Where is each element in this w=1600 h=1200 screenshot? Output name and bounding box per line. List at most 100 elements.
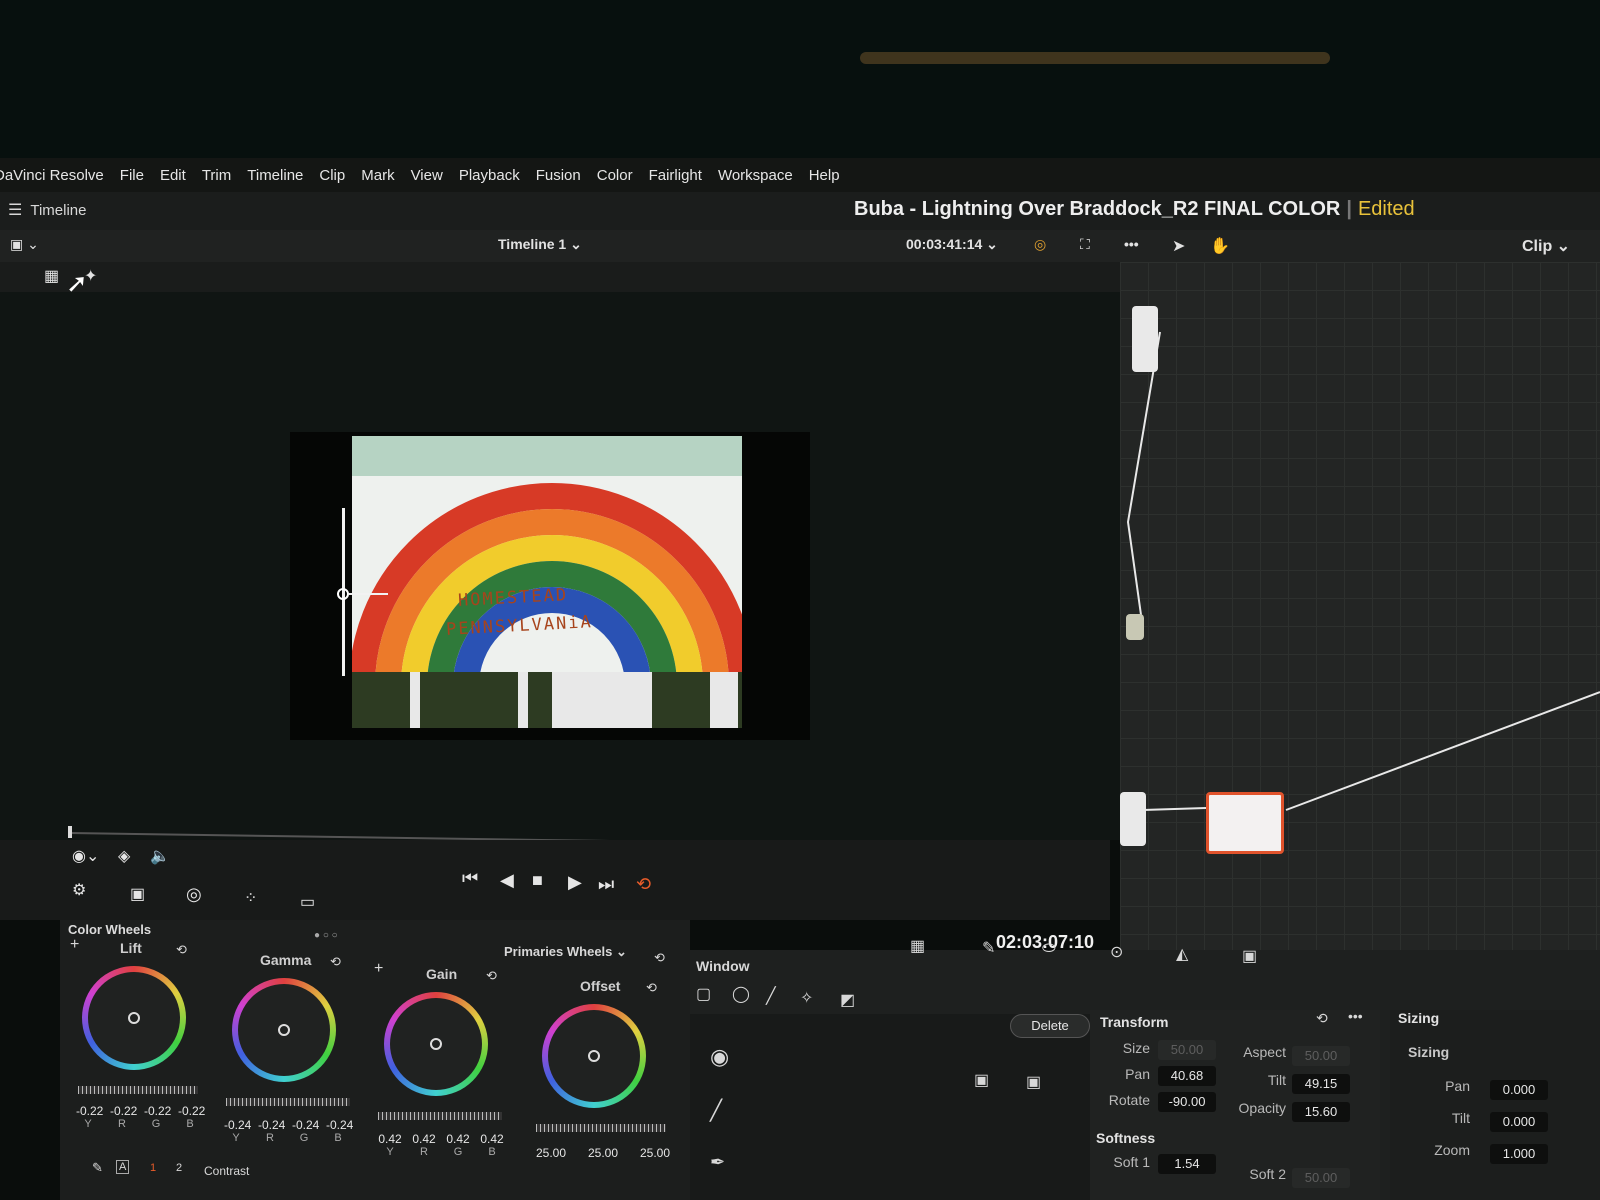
wheel-mode-selector[interactable]: Primaries Wheels ⌄: [504, 944, 627, 960]
grid-toggle-icon[interactable]: ▦: [910, 936, 925, 956]
invert-toggle-icon[interactable]: ▣: [974, 1070, 989, 1090]
video-frame[interactable]: HOMESTEAD PENNSYLVANiA: [290, 432, 810, 740]
gradient-window-icon[interactable]: ◩: [840, 990, 855, 1010]
skip-to-end-icon[interactable]: ⏭: [598, 874, 614, 895]
lift-reset-icon[interactable]: ⟲: [176, 942, 187, 958]
sizing-tilt-field[interactable]: 0.000: [1490, 1112, 1548, 1132]
mask-toggle-icon[interactable]: ▣: [1026, 1072, 1041, 1092]
lift-wheel-center[interactable]: [128, 1012, 140, 1024]
lift-g[interactable]: -0.22 G: [144, 1104, 171, 1130]
highlight-icon[interactable]: ◎: [1034, 236, 1046, 253]
circle-window-icon[interactable]: ◯: [732, 984, 750, 1004]
lift-b[interactable]: -0.22 B: [178, 1104, 205, 1130]
menu-fairlight[interactable]: Fairlight: [649, 167, 702, 184]
delete-button[interactable]: Delete: [1010, 1014, 1090, 1038]
timecode-selector[interactable]: 00:03:41:14 ⌄: [906, 236, 998, 253]
rectangle-window-icon[interactable]: ▢: [696, 984, 711, 1004]
gain-wheel-center[interactable]: [430, 1038, 442, 1050]
gain-r[interactable]: 0.42 R: [412, 1132, 436, 1158]
fullscreen-icon[interactable]: ⛶: [1080, 236, 1090, 253]
menu-app[interactable]: DaVinci Resolve: [0, 167, 104, 184]
color-wheels-tab-icon[interactable]: ◎: [186, 884, 202, 905]
soft2-field[interactable]: 50.00: [1292, 1168, 1350, 1188]
lift-y[interactable]: -0.22 Y: [76, 1104, 103, 1130]
more-options-icon[interactable]: •••: [1124, 236, 1139, 252]
tilt-field[interactable]: 49.15: [1292, 1074, 1350, 1094]
node-mode-selector[interactable]: Clip ⌄: [1522, 236, 1570, 256]
hand-tool-icon[interactable]: ✋: [1210, 236, 1230, 256]
gamma-master-slider[interactable]: [226, 1098, 350, 1106]
gain-b[interactable]: 0.42 B: [480, 1132, 504, 1158]
zoom-dropdown[interactable]: ▣ ⌄: [10, 236, 39, 253]
menu-timeline[interactable]: Timeline: [247, 167, 303, 184]
auto-balance-icon[interactable]: A: [116, 1160, 130, 1174]
audio-icon[interactable]: 🔈: [150, 846, 170, 866]
gamma-wheel[interactable]: [232, 978, 336, 1082]
grid-icon[interactable]: ▦: [44, 266, 59, 286]
page-2-button[interactable]: 2: [176, 1162, 182, 1174]
source-node[interactable]: [1120, 792, 1146, 846]
blur-icon[interactable]: ◭: [1176, 944, 1188, 964]
skip-to-start-icon[interactable]: ⏮: [462, 868, 478, 889]
soft1-field[interactable]: 1.54: [1158, 1154, 1216, 1174]
circle-shape-icon[interactable]: ◉: [710, 1044, 729, 1070]
polygon-window-icon[interactable]: ✧: [800, 988, 813, 1008]
camera-raw-icon[interactable]: ⚙: [72, 880, 86, 900]
opacity-field[interactable]: 15.60: [1292, 1102, 1350, 1122]
offset-b[interactable]: 25.00: [638, 1146, 672, 1160]
menu-view[interactable]: View: [411, 167, 443, 184]
gamma-b[interactable]: -0.24 B: [326, 1118, 353, 1144]
offset-g[interactable]: 25.00: [586, 1146, 620, 1160]
menu-fusion[interactable]: Fusion: [536, 167, 581, 184]
step-back-icon[interactable]: ◀: [500, 870, 514, 891]
menu-playback[interactable]: Playback: [459, 167, 520, 184]
key-icon[interactable]: ▣: [1242, 946, 1257, 966]
gamma-wheel-center[interactable]: [278, 1024, 290, 1036]
menu-edit[interactable]: Edit: [160, 167, 186, 184]
menu-clip[interactable]: Clip: [319, 167, 345, 184]
sizing-pan-field[interactable]: 0.000: [1490, 1080, 1548, 1100]
window-handle-arm[interactable]: [348, 593, 388, 595]
pan-field[interactable]: 40.68: [1158, 1066, 1216, 1086]
offset-wheel[interactable]: [542, 1004, 646, 1108]
match-icon[interactable]: ▣: [130, 884, 145, 904]
size-field[interactable]: 50.00: [1158, 1040, 1216, 1060]
aspect-field[interactable]: 50.00: [1292, 1046, 1350, 1066]
node-graph[interactable]: [1120, 262, 1600, 962]
tracker-icon[interactable]: ⊙: [1110, 942, 1123, 962]
offset-wheel-center[interactable]: [588, 1050, 600, 1062]
eyedropper-icon[interactable]: ✎: [92, 1160, 103, 1176]
menu-color[interactable]: Color: [597, 167, 633, 184]
pen-shape-icon[interactable]: ✒: [710, 1152, 725, 1173]
offset-reset-icon[interactable]: ⟲: [646, 980, 657, 996]
menu-help[interactable]: Help: [809, 167, 840, 184]
menu-trim[interactable]: Trim: [202, 167, 231, 184]
lift-r[interactable]: -0.22 R: [110, 1104, 137, 1130]
play-icon[interactable]: ▶: [568, 872, 582, 893]
offset-master-slider[interactable]: [536, 1124, 666, 1132]
viewer-mode-icon[interactable]: ◉⌄: [72, 846, 99, 866]
timeline-selector[interactable]: Timeline 1 ⌄: [498, 236, 582, 253]
menu-workspace[interactable]: Workspace: [718, 167, 793, 184]
gain-wheel[interactable]: [384, 992, 488, 1096]
selected-node-03[interactable]: [1206, 792, 1284, 854]
gain-g[interactable]: 0.42 G: [446, 1132, 470, 1158]
menu-mark[interactable]: Mark: [361, 167, 394, 184]
gamma-r[interactable]: -0.24 R: [258, 1118, 285, 1144]
gain-y[interactable]: 0.42 Y: [378, 1132, 402, 1158]
gamma-y[interactable]: -0.24 Y: [224, 1118, 251, 1144]
motion-effects-icon[interactable]: ▭: [300, 892, 315, 912]
timeline-panel-toggle[interactable]: ☰ Timeline: [8, 200, 86, 220]
rotate-field[interactable]: -90.00: [1158, 1092, 1216, 1112]
input-node[interactable]: [1132, 306, 1158, 372]
page-1-button[interactable]: 1: [150, 1162, 156, 1174]
lift-picker-icon[interactable]: +: [70, 936, 79, 954]
layers-icon[interactable]: ◈: [118, 846, 130, 866]
loop-icon[interactable]: ⟲: [636, 874, 651, 895]
gain-reset-icon[interactable]: ⟲: [486, 968, 497, 984]
scrubber-playhead[interactable]: [68, 826, 72, 838]
sizing-zoom-field[interactable]: 1.000: [1490, 1144, 1548, 1164]
stop-icon[interactable]: ■: [532, 870, 543, 891]
rgb-mixer-icon[interactable]: ⁘: [244, 888, 257, 908]
pointer-tool-icon[interactable]: ➤: [1172, 236, 1185, 256]
